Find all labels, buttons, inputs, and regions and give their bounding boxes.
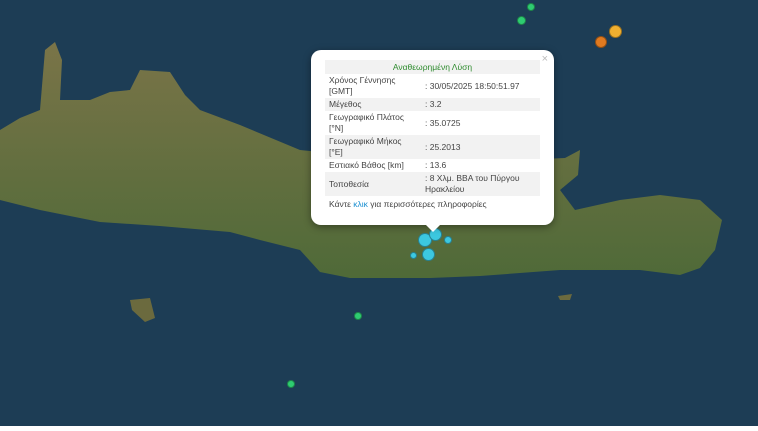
earthquake-marker[interactable] bbox=[410, 252, 417, 259]
row-label: Χρόνος Γέννησης [GMT] bbox=[329, 75, 396, 96]
islet bbox=[558, 294, 572, 300]
earthquake-marker[interactable] bbox=[354, 312, 362, 320]
table-row: Μέγεθος: 3.2 bbox=[325, 98, 540, 111]
row-value: : 35.0725 bbox=[425, 117, 461, 128]
earthquake-marker[interactable] bbox=[287, 380, 295, 388]
row-label: Εστιακό Βάθος [km] bbox=[329, 160, 404, 170]
row-value: : 30/05/2025 18:50:51.97 bbox=[425, 80, 520, 91]
table-row: Χρόνος Γέννησης [GMT] : 30/05/2025 18:50:… bbox=[325, 74, 540, 98]
earthquake-marker[interactable] bbox=[444, 236, 452, 244]
dia-island bbox=[130, 298, 155, 322]
row-label: Τοποθεσία bbox=[325, 172, 421, 196]
earthquake-details: Χρόνος Γέννησης [GMT] : 30/05/2025 18:50:… bbox=[325, 74, 540, 196]
row-label: Γεωγραφικό Πλάτος [°N] bbox=[329, 112, 404, 133]
table-row: Γεωγραφικό Πλάτος [°N] : 35.0725 bbox=[325, 111, 540, 135]
row-value: : 13.6 bbox=[425, 160, 447, 170]
table-row: Τοποθεσία: 8 Χλμ. ΒΒΑ του Πύργου Ηρακλεί… bbox=[325, 172, 540, 196]
more-info-link[interactable]: κλικ bbox=[353, 199, 368, 209]
row-label: Μέγεθος bbox=[325, 98, 421, 111]
table-row: Εστιακό Βάθος [km] : 13.6 bbox=[325, 159, 540, 172]
row-label: Γεωγραφικό Μήκος [°E] bbox=[325, 135, 421, 159]
row-value: : 8 Χλμ. ΒΒΑ του Πύργου Ηρακλείου bbox=[421, 172, 540, 196]
popup-title: Αναθεωρημένη Λύση bbox=[325, 60, 540, 74]
earthquake-marker[interactable] bbox=[595, 36, 607, 48]
row-value: : 3.2 bbox=[421, 98, 540, 111]
more-prefix: Κάντε bbox=[329, 199, 354, 209]
more-suffix: για περισσότερες πληροφορίες bbox=[367, 199, 487, 209]
more-info: Κάντε κλικ για περισσότερες πληροφορίες bbox=[329, 199, 536, 209]
earthquake-marker[interactable] bbox=[422, 248, 435, 261]
row-value: : 25.2013 bbox=[421, 135, 540, 159]
earthquake-marker[interactable] bbox=[527, 3, 535, 11]
earthquake-popup: × Αναθεωρημένη Λύση Χρόνος Γέννησης [GMT… bbox=[311, 50, 554, 232]
earthquake-marker[interactable] bbox=[609, 25, 622, 38]
close-icon[interactable]: × bbox=[542, 53, 548, 65]
table-row: Γεωγραφικό Μήκος [°E]: 25.2013 bbox=[325, 135, 540, 159]
earthquake-marker[interactable] bbox=[517, 16, 526, 25]
